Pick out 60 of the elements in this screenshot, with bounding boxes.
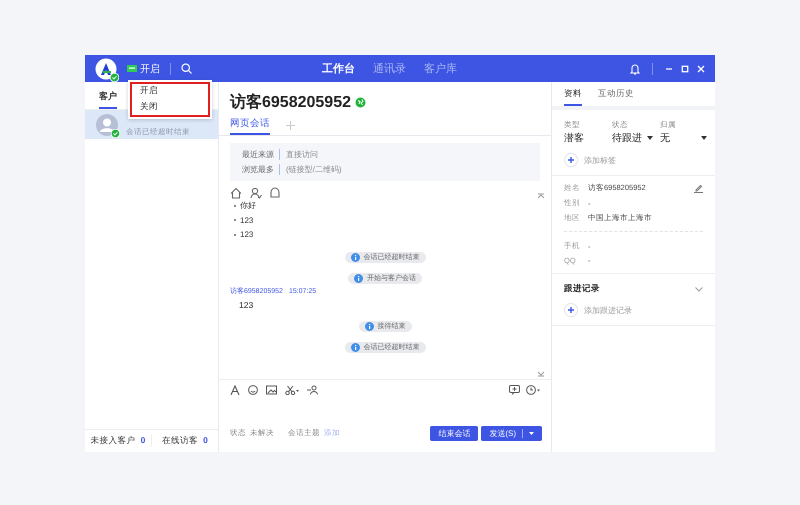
quick-reply-icon xyxy=(509,385,520,395)
section-title: 跟进记录 xyxy=(564,283,600,295)
collapse-icon[interactable] xyxy=(537,193,545,199)
status-toggle[interactable]: 开启 xyxy=(127,62,160,76)
menu-item[interactable]: 关闭 xyxy=(140,102,200,112)
info-icon xyxy=(350,252,360,262)
close-icon[interactable] xyxy=(697,64,705,72)
caret-icon xyxy=(647,136,653,140)
message-text: 123 xyxy=(238,300,254,311)
quick-reply[interactable]: 123 xyxy=(234,230,540,240)
bell-icon[interactable] xyxy=(630,62,640,74)
chat-tab[interactable]: 网页会话 xyxy=(230,117,270,135)
bell-outline-icon xyxy=(270,187,280,199)
home-icon xyxy=(230,187,242,199)
nav-tab[interactable]: 通讯录 xyxy=(373,61,406,76)
info-icon xyxy=(350,342,360,352)
font-icon xyxy=(230,385,240,395)
caret-icon[interactable] xyxy=(529,432,534,434)
info-label: 最近来源 xyxy=(242,149,280,160)
expand-icon[interactable] xyxy=(537,371,545,377)
counter-label: 在线访客 xyxy=(162,435,198,447)
nav-tab[interactable]: 工作台 xyxy=(322,61,355,76)
send-button[interactable]: 发送(S) xyxy=(481,426,542,440)
counter-value: 0 xyxy=(140,435,146,447)
logo-icon xyxy=(95,58,117,80)
end-session-button[interactable]: 结束会话 xyxy=(430,426,478,440)
add-icon xyxy=(564,153,578,167)
scissors-icon xyxy=(285,385,299,395)
quick-reply[interactable]: 123 xyxy=(234,216,540,226)
profile-tab[interactable]: 互动历史 xyxy=(598,88,634,106)
profile-tab[interactable]: 资料 xyxy=(564,88,582,106)
info-icon xyxy=(354,274,363,283)
screen-icon xyxy=(127,64,137,72)
info-icon xyxy=(364,322,374,331)
visitor-title: 访客6958205952 xyxy=(230,92,351,113)
info-label: 浏览最多 xyxy=(242,164,280,175)
add-tag-link[interactable]: 添加标签 xyxy=(584,154,616,166)
emoji-icon xyxy=(248,385,258,395)
caret-icon xyxy=(701,136,707,140)
clock-icon xyxy=(526,385,540,395)
avatar-icon xyxy=(96,114,118,136)
add-icon xyxy=(564,303,578,317)
info-value: 直接访问 xyxy=(286,149,318,160)
attribute-value[interactable]: 无 xyxy=(660,131,670,145)
transfer-icon xyxy=(307,385,318,395)
edit-icon[interactable] xyxy=(694,184,703,192)
chevron-down-icon[interactable] xyxy=(695,286,703,292)
image-icon xyxy=(266,385,277,395)
menu-item[interactable]: 开启 xyxy=(140,86,200,96)
counter-label: 未接入客户 xyxy=(90,435,136,447)
add-follow-up-link[interactable]: 添加跟进记录 xyxy=(584,304,632,316)
nav-tab[interactable]: 客户库 xyxy=(424,61,457,76)
search-icon[interactable] xyxy=(181,63,192,74)
quick-reply[interactable]: 你好 xyxy=(234,201,540,211)
info-value: (链接型/二维码) xyxy=(286,164,342,175)
attribute-value: 潜客 xyxy=(564,132,584,145)
maximize-icon[interactable] xyxy=(681,64,689,72)
counter-value: 0 xyxy=(203,435,208,447)
person-icon xyxy=(250,187,262,199)
attribute-value[interactable]: 待跟进 xyxy=(612,131,642,145)
